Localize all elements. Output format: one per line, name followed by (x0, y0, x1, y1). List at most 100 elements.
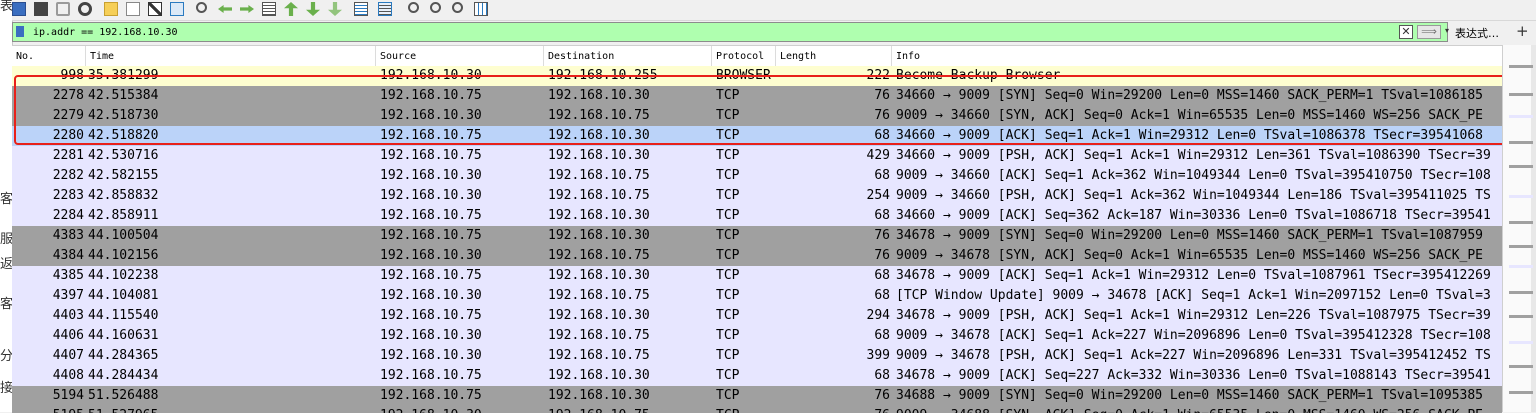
expression-button[interactable]: 表达式… (1455, 25, 1499, 41)
cell-time: 44.100504 (88, 228, 159, 243)
cell-time: 42.518730 (88, 108, 159, 123)
cell-protocol: TCP (716, 208, 740, 223)
add-filter-button[interactable]: + (1516, 22, 1529, 40)
close-file-icon[interactable] (148, 2, 162, 16)
cell-no: 4384 (52, 248, 84, 263)
resize-columns-icon[interactable] (378, 2, 392, 16)
column-header-info[interactable]: Info (892, 46, 1502, 66)
cell-time: 42.858911 (88, 208, 159, 223)
go-to-packet-icon[interactable] (262, 2, 276, 16)
cell-no: 998 (60, 68, 84, 83)
table-row[interactable]: 4385 44.102238 192.168.10.75 192.168.10.30 T… (12, 266, 1502, 286)
column-header-time[interactable]: Time (86, 46, 376, 66)
cell-info: 9009 → 34660 [ACK] Seq=1 Ack=362 Win=104… (896, 168, 1491, 183)
minimap-marker (1509, 245, 1533, 248)
clear-filter-icon[interactable]: ✕ (1399, 25, 1413, 39)
cell-protocol: TCP (716, 128, 740, 143)
capture-options-gear-icon[interactable] (78, 2, 92, 16)
column-header-protocol[interactable]: Protocol (712, 46, 776, 66)
cell-source: 192.168.10.30 (380, 288, 482, 303)
restart-capture-icon[interactable] (56, 2, 70, 16)
column-header-length[interactable]: Length (776, 46, 892, 66)
normal-size-icon[interactable] (452, 2, 463, 13)
table-row[interactable]: 2279 42.518730 192.168.10.30 192.168.10.75 T… (12, 106, 1502, 126)
cell-length: 68 (874, 128, 890, 143)
zoom-in-icon[interactable] (408, 2, 419, 13)
minimap-marker (1509, 221, 1533, 224)
display-filter-input[interactable] (33, 24, 1383, 40)
save-file-icon[interactable] (126, 2, 140, 16)
resize-all-columns-icon[interactable] (474, 2, 488, 16)
open-file-folder-icon[interactable] (104, 2, 118, 16)
cell-source: 192.168.10.30 (380, 348, 482, 363)
cell-no: 2282 (52, 168, 84, 183)
table-row[interactable]: 998 35.381299 192.168.10.30 192.168.10.255 B… (12, 66, 1502, 86)
column-header-source[interactable]: Source (376, 46, 544, 66)
cell-no: 4403 (52, 308, 84, 323)
zoom-out-icon[interactable] (430, 2, 441, 13)
table-row[interactable]: 2278 42.515384 192.168.10.75 192.168.10.30 T… (12, 86, 1502, 106)
cell-no: 4397 (52, 288, 84, 303)
stop-capture-icon[interactable] (34, 2, 48, 16)
cell-destination: 192.168.10.30 (548, 228, 650, 243)
cell-destination: 192.168.10.30 (548, 148, 650, 163)
reload-file-icon[interactable] (170, 2, 184, 16)
first-packet-icon[interactable] (284, 2, 298, 16)
apply-filter-arrow-icon[interactable]: ⟹ (1417, 25, 1441, 39)
packet-list-scrollbar-minimap[interactable] (1502, 45, 1536, 412)
filter-history-dropdown-icon[interactable]: ▾ (1445, 26, 1449, 35)
minimap-marker (1509, 195, 1533, 198)
auto-scroll-icon[interactable] (328, 2, 342, 16)
table-row[interactable]: 4407 44.284365 192.168.10.30 192.168.10.75 T… (12, 346, 1502, 366)
table-row[interactable]: 2284 42.858911 192.168.10.75 192.168.10.30 T… (12, 206, 1502, 226)
minimap-marker (1509, 115, 1533, 118)
table-row[interactable]: 2280 42.518820 192.168.10.75 192.168.10.30 T… (12, 126, 1502, 146)
cell-info: 34660 → 9009 [SYN] Seq=0 Win=29200 Len=0… (896, 88, 1483, 103)
minimap-marker (1509, 65, 1533, 68)
find-packet-icon[interactable] (196, 2, 207, 13)
minimap-marker (1509, 265, 1533, 268)
cell-info: 34678 → 9009 [ACK] Seq=227 Ack=332 Win=3… (896, 368, 1491, 383)
go-forward-arrow-icon[interactable] (240, 5, 254, 13)
table-row[interactable]: 4406 44.160631 192.168.10.30 192.168.10.75 T… (12, 326, 1502, 346)
cell-time: 44.115540 (88, 308, 159, 323)
colorize-list-icon[interactable] (354, 2, 368, 16)
cell-time: 44.102156 (88, 248, 159, 263)
cell-no: 4408 (52, 368, 84, 383)
scrollbar-track[interactable] (1531, 45, 1536, 412)
cell-info: 9009 → 34678 [PSH, ACK] Seq=1 Ack=227 Wi… (896, 348, 1491, 363)
column-header-no[interactable]: No. (12, 46, 86, 66)
table-row[interactable]: 4403 44.115540 192.168.10.75 192.168.10.30 T… (12, 306, 1502, 326)
cell-protocol: TCP (716, 288, 740, 303)
cell-destination: 192.168.10.75 (548, 168, 650, 183)
cell-length: 76 (874, 388, 890, 403)
cell-source: 192.168.10.30 (380, 328, 482, 343)
cell-info: 34660 → 9009 [PSH, ACK] Seq=1 Ack=1 Win=… (896, 148, 1491, 163)
cell-length: 294 (866, 308, 890, 323)
cell-protocol: TCP (716, 348, 740, 363)
cell-length: 76 (874, 108, 890, 123)
table-row[interactable]: 4383 44.100504 192.168.10.75 192.168.10.30 T… (12, 226, 1502, 246)
table-row[interactable]: 4397 44.104081 192.168.10.30 192.168.10.75 T… (12, 286, 1502, 306)
shark-fin-start-icon[interactable] (12, 2, 26, 16)
cell-no: 2279 (52, 108, 84, 123)
cell-no: 2280 (52, 128, 84, 143)
cell-protocol: TCP (716, 188, 740, 203)
table-row[interactable]: 2281 42.530716 192.168.10.75 192.168.10.30 T… (12, 146, 1502, 166)
cell-info: 9009 → 34678 [ACK] Seq=1 Ack=227 Win=209… (896, 328, 1491, 343)
table-row[interactable]: 5194 51.526488 192.168.10.75 192.168.10.30 T… (12, 386, 1502, 406)
cell-source: 192.168.10.75 (380, 228, 482, 243)
cell-protocol: TCP (716, 148, 740, 163)
table-row[interactable]: 4384 44.102156 192.168.10.30 192.168.10.75 T… (12, 246, 1502, 266)
table-row[interactable]: 2283 42.858832 192.168.10.30 192.168.10.75 T… (12, 186, 1502, 206)
cell-time: 44.284434 (88, 368, 159, 383)
minimap-marker (1509, 93, 1533, 96)
bookmark-icon[interactable] (16, 26, 24, 37)
cell-protocol: TCP (716, 308, 740, 323)
table-row[interactable]: 4408 44.284434 192.168.10.75 192.168.10.30 T… (12, 366, 1502, 386)
table-row[interactable]: 2282 42.582155 192.168.10.30 192.168.10.75 T… (12, 166, 1502, 186)
column-header-destination[interactable]: Destination (544, 46, 712, 66)
go-back-arrow-icon[interactable] (218, 5, 232, 13)
main-toolbar (12, 0, 1536, 21)
last-packet-icon[interactable] (306, 2, 320, 16)
